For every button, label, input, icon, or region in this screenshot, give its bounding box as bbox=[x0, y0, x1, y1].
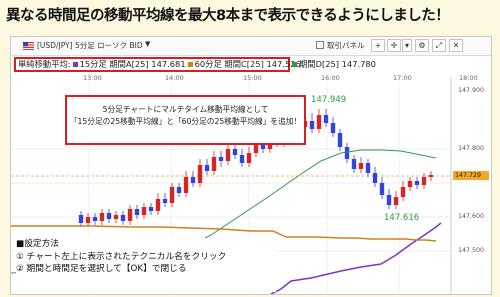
settings-title: ■設定方法 bbox=[16, 239, 59, 249]
candle-body bbox=[323, 115, 329, 123]
price-label: 147.600 bbox=[458, 213, 485, 220]
candle-body bbox=[127, 209, 133, 221]
candle-body bbox=[372, 173, 378, 183]
price-label: 147.500 bbox=[458, 247, 485, 254]
candle-body bbox=[344, 147, 350, 159]
candle-body bbox=[176, 187, 182, 193]
candle-body bbox=[393, 197, 399, 205]
candle-body bbox=[169, 187, 175, 203]
candle-body bbox=[365, 163, 371, 173]
candle-body bbox=[316, 115, 322, 129]
candle-body bbox=[232, 149, 238, 155]
price-label: 147.800 bbox=[458, 145, 485, 152]
candle-body bbox=[148, 207, 154, 211]
callout-line: 「15分足の25移動平均線」と「60分足の25移動平均線」を追加！ bbox=[69, 116, 302, 126]
candle-body bbox=[239, 155, 245, 163]
candle-body bbox=[428, 175, 434, 177]
price-label: 147.900 bbox=[458, 87, 485, 94]
candle-body bbox=[407, 181, 413, 187]
candle-body bbox=[218, 157, 224, 161]
candle-body bbox=[211, 157, 217, 171]
candle-body bbox=[85, 217, 91, 223]
candle-body bbox=[225, 149, 231, 161]
candle-body bbox=[155, 199, 161, 211]
candle-body bbox=[414, 181, 420, 185]
callout-box: 5分足チャートにマルチタイム移動平均線として 「15分足の25移動平均線」と「6… bbox=[65, 95, 306, 145]
settings-step: ② 期間と時間足を選択して【OK】で閉じる bbox=[16, 264, 187, 274]
candle-body bbox=[78, 215, 84, 223]
settings-step: ① チャート左上に表示されたテクニカル名をクリック bbox=[16, 251, 227, 262]
candle-body bbox=[92, 217, 98, 221]
candle-body bbox=[358, 163, 364, 169]
candle-body bbox=[141, 207, 147, 215]
candle-body bbox=[204, 165, 210, 171]
candle-body bbox=[190, 177, 196, 183]
low-annotation: 147.616 bbox=[384, 213, 420, 223]
high-annotation: 147.949 bbox=[311, 95, 347, 105]
ma15-line bbox=[270, 222, 442, 294]
settings-instructions: ■設定方法 ① チャート左上に表示されたテクニカル名をクリック ② 期間と時間足… bbox=[16, 238, 276, 292]
current-price-tag: 147.729 bbox=[453, 171, 489, 180]
candle-body bbox=[183, 177, 189, 193]
candle-body bbox=[330, 123, 336, 133]
candle-body bbox=[162, 199, 168, 203]
candle-body bbox=[120, 215, 126, 221]
headline: 異なる時間足の移動平均線を最大8本まで表示できるようにしました！ bbox=[6, 8, 450, 24]
candle-body bbox=[134, 209, 140, 215]
candle-body bbox=[421, 177, 427, 185]
candle-body bbox=[351, 159, 357, 169]
candle-body bbox=[309, 121, 315, 129]
callout-line: 5分足チャートにマルチタイム移動平均線として bbox=[102, 105, 269, 114]
candle-body bbox=[106, 213, 112, 219]
candle-body bbox=[197, 165, 203, 183]
candle-body bbox=[99, 213, 105, 221]
candle-body bbox=[337, 133, 343, 147]
candle-body bbox=[386, 195, 392, 205]
candle-body bbox=[113, 215, 119, 219]
candle-body bbox=[379, 183, 385, 195]
candle-body bbox=[400, 187, 406, 197]
candle-body bbox=[246, 153, 252, 163]
